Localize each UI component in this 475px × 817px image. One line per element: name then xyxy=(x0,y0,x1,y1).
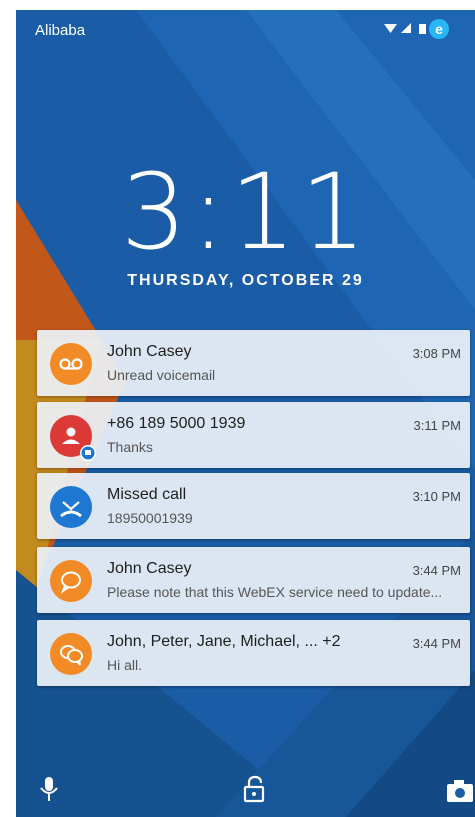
notification-text: Thanks xyxy=(107,439,153,455)
lock-screen: Alibaba e 3:11 THURSDAY, OCTOBER 29 John… xyxy=(16,10,475,817)
notification-card[interactable]: John, Peter, Jane, Michael, ... +2 Hi al… xyxy=(37,620,470,686)
battery-icon xyxy=(419,24,426,34)
missed-call-icon xyxy=(50,486,92,528)
voicemail-icon xyxy=(50,343,92,385)
wifi-icon xyxy=(384,24,397,33)
notification-text: Hi all. xyxy=(107,657,143,673)
notification-time: 3:10 PM xyxy=(412,489,461,504)
notification-title: John, Peter, Jane, Michael, ... +2 xyxy=(107,633,341,650)
chat-bubble-icon xyxy=(50,560,92,602)
carrier-name: Alibaba xyxy=(35,22,86,39)
camera-icon[interactable] xyxy=(445,778,475,804)
notification-time: 3:08 PM xyxy=(412,346,461,361)
unlock-icon[interactable] xyxy=(241,775,267,805)
browser-icon: e xyxy=(429,19,449,39)
notification-title: John Casey xyxy=(107,560,192,577)
notification-text: Please note that this WebEX service need… xyxy=(107,584,443,600)
status-bar: Alibaba e xyxy=(16,10,475,50)
notification-time: 3:44 PM xyxy=(412,563,461,578)
notification-text: 18950001939 xyxy=(107,510,193,526)
notification-title: Missed call xyxy=(107,486,187,503)
signal-icon xyxy=(401,23,411,33)
notification-time: 3:44 PM xyxy=(412,636,461,651)
svg-text:e: e xyxy=(435,21,443,37)
notification-title: +86 189 5000 1939 xyxy=(107,415,246,432)
message-badge-icon xyxy=(80,445,96,461)
microphone-icon[interactable] xyxy=(37,775,61,805)
notification-card[interactable]: John Casey Unread voicemail 3:08 PM xyxy=(37,330,470,396)
lock-date: THURSDAY, OCTOBER 29 xyxy=(127,272,364,289)
group-chat-icon xyxy=(50,633,92,675)
notification-text: Unread voicemail xyxy=(107,367,216,383)
status-icons: e xyxy=(384,19,449,39)
notification-card[interactable]: +86 189 5000 1939 Thanks 3:11 PM xyxy=(37,402,470,468)
notification-card[interactable]: John Casey Please note that this WebEX s… xyxy=(37,547,470,613)
contact-icon xyxy=(50,415,96,461)
lock-clock: 3:11 xyxy=(120,151,371,273)
notification-title: John Casey xyxy=(107,343,192,360)
notification-time: 3:11 PM xyxy=(413,418,461,433)
notification-card[interactable]: Missed call 18950001939 3:10 PM xyxy=(37,473,470,539)
